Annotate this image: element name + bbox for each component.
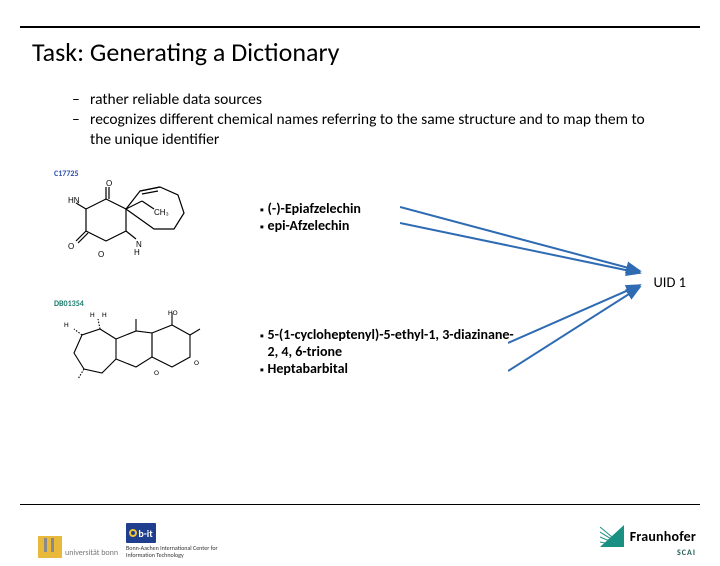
svg-text:CH₃: CH₃ <box>154 208 169 217</box>
uni-bonn-logo: universität bonn <box>38 536 118 558</box>
square-bullet-icon: ▪ <box>260 327 264 361</box>
chemical-name: 5-(1-cycloheptenyl)-5-ethyl-1, 3-diazina… <box>268 327 520 361</box>
svg-text:H: H <box>102 311 107 320</box>
svg-text:O: O <box>154 369 159 378</box>
names-bottom: ▪5-(1-cycloheptenyl)-5-ethyl-1, 3-diazin… <box>260 327 520 378</box>
svg-text:O: O <box>68 242 74 251</box>
bottom-rule <box>20 504 700 505</box>
square-bullet-icon: ▪ <box>260 201 264 218</box>
example-area: C17725 O O HN NH <box>0 163 720 419</box>
structure-bottom: DB01354 HO O O <box>54 299 214 419</box>
top-rule <box>20 26 700 28</box>
names-top: ▪(-)-Epiafzelechin ▪epi-Afzelechin <box>260 201 361 235</box>
svg-text:H: H <box>134 248 140 257</box>
bit-mark-icon: b-it <box>126 523 156 543</box>
svg-text:O: O <box>106 179 112 188</box>
fraunhofer-sub: SCAI <box>600 548 696 558</box>
molecule-diagram-icon: HO O O HH H <box>54 309 218 419</box>
bullet-text: rather reliable data sources <box>90 90 262 109</box>
bit-caption: Bonn-Aachen International Center for Inf… <box>126 545 236 558</box>
slide-title: Task: Generating a Dictionary <box>32 36 720 68</box>
square-bullet-icon: ▪ <box>260 218 264 235</box>
list-item: ▪epi-Afzelechin <box>260 218 361 235</box>
chemical-name: epi-Afzelechin <box>268 218 350 235</box>
list-item: – recognizes different chemical names re… <box>72 110 720 149</box>
svg-text:HN: HN <box>68 196 80 205</box>
list-item: ▪Heptabarbital <box>260 361 520 378</box>
svg-text:O: O <box>98 250 104 259</box>
svg-text:O: O <box>194 359 199 368</box>
uni-bonn-text: universität bonn <box>65 548 118 558</box>
logos-left: universität bonn b-it Bonn-Aachen Intern… <box>38 523 236 558</box>
svg-text:H: H <box>90 311 95 320</box>
bit-logo: b-it Bonn-Aachen International Center fo… <box>126 523 236 558</box>
bullet-text: recognizes different chemical names refe… <box>90 110 650 149</box>
list-item: ▪(-)-Epiafzelechin <box>260 201 361 218</box>
fraunhofer-text: Fraunhofer <box>630 528 696 545</box>
structure-top: C17725 O O HN NH <box>54 169 214 287</box>
footer: universität bonn b-it Bonn-Aachen Intern… <box>0 514 720 566</box>
compound-id: C17725 <box>54 169 214 179</box>
compound-id: DB01354 <box>54 299 214 309</box>
fraunhofer-mark-icon <box>600 525 624 547</box>
square-bullet-icon: ▪ <box>260 361 264 378</box>
svg-text:H: H <box>64 321 69 330</box>
bullet-list: – rather reliable data sources – recogni… <box>72 90 720 149</box>
chemical-name: Heptabarbital <box>268 361 348 378</box>
arrow-icon <box>508 281 678 381</box>
bit-mark-text: b-it <box>138 527 152 540</box>
molecule-diagram-icon: O O HN NH CH₃ O <box>54 179 214 287</box>
list-item: – rather reliable data sources <box>72 90 720 109</box>
list-item: ▪5-(1-cycloheptenyl)-5-ethyl-1, 3-diazin… <box>260 327 520 361</box>
svg-text:HO: HO <box>168 309 178 318</box>
fraunhofer-logo: Fraunhofer SCAI <box>600 525 696 558</box>
chemical-name: (-)-Epiafzelechin <box>268 201 361 218</box>
dash-icon: – <box>72 110 90 149</box>
uni-bonn-mark-icon <box>38 536 62 558</box>
dash-icon: – <box>72 90 90 109</box>
